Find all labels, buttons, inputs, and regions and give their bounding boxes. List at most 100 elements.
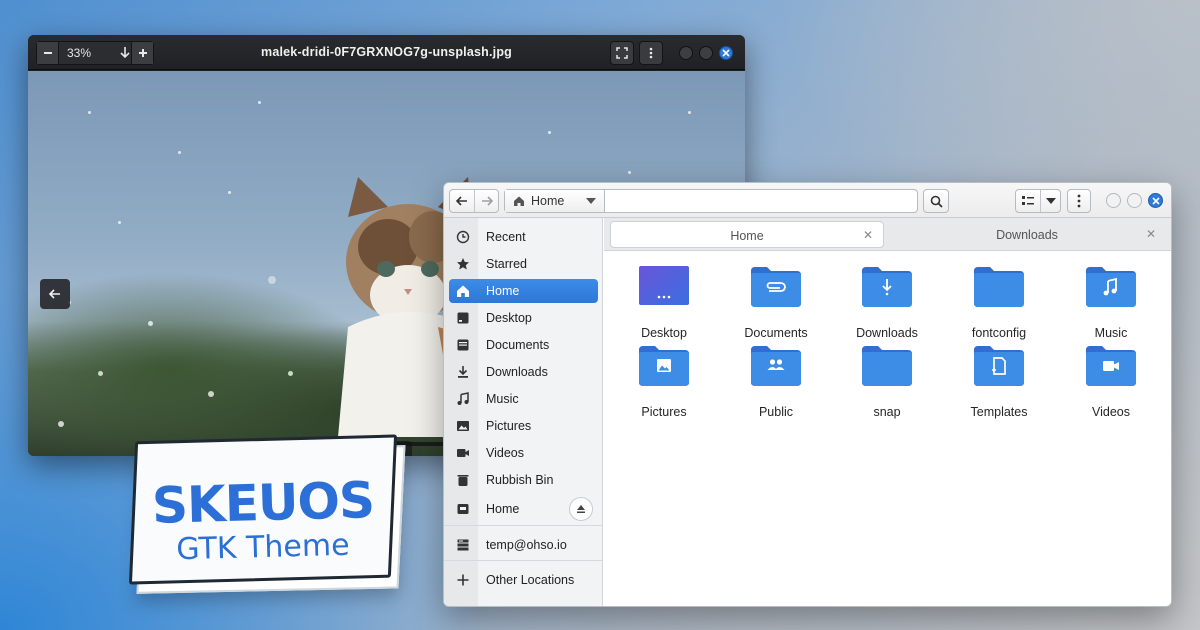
download-folder-icon	[862, 267, 912, 307]
sidebar: Recent Starred Home Desktop Documents Downloa…	[444, 218, 603, 606]
sidebar-item-desktop[interactable]: Desktop	[449, 306, 598, 330]
clock-icon	[456, 230, 470, 244]
fullscreen-button[interactable]	[610, 41, 634, 65]
people-folder-icon	[751, 346, 801, 386]
document-icon	[457, 339, 469, 351]
sidebar-item-music[interactable]: Music	[449, 387, 598, 411]
sidebar-item-temp-ohso-io[interactable]: temp@ohso.io	[449, 533, 598, 557]
fullscreen-icon	[616, 47, 628, 59]
close-button[interactable]	[719, 46, 733, 60]
close-icon	[1151, 196, 1160, 205]
search-button[interactable]	[923, 189, 949, 213]
file-item-documents[interactable]: Documents	[720, 265, 832, 341]
file-item-name: fontconfig	[971, 326, 1027, 340]
sidebar-item-starred[interactable]: Starred	[449, 252, 598, 276]
plus-icon	[457, 574, 469, 586]
file-item-name: Public	[758, 405, 794, 419]
tab-close-icon[interactable]: ✕	[1146, 227, 1156, 241]
file-item-public[interactable]: Public	[720, 344, 832, 420]
sidebar-item-label: Home	[486, 502, 520, 516]
badge-subtitle: GTK Theme	[175, 527, 351, 568]
file-item-templates[interactable]: Templates	[943, 344, 1055, 420]
navigation-buttons	[449, 189, 499, 213]
chevron-down-icon[interactable]	[1046, 198, 1056, 204]
file-item-videos[interactable]: Videos	[1055, 344, 1167, 420]
sidebar-item-home-drive[interactable]: Home	[449, 497, 598, 521]
file-item-name: Music	[1094, 326, 1128, 340]
badge-title: SKEUOS	[151, 471, 375, 535]
file-item-name: Pictures	[641, 405, 687, 419]
sidebar-item-label: Videos	[486, 446, 524, 460]
sidebar-item-label: Desktop	[486, 311, 532, 325]
desktop-folder-icon	[639, 266, 689, 305]
file-item-downloads[interactable]: Downloads	[831, 265, 943, 341]
sidebar-separator	[444, 525, 602, 526]
view-options	[1015, 189, 1061, 213]
sidebar-item-label: Pictures	[486, 419, 532, 433]
download-icon	[458, 366, 468, 378]
path-bar[interactable]: Home	[504, 189, 918, 213]
minimize-button[interactable]	[679, 46, 693, 60]
file-item-name: Templates	[970, 405, 1028, 419]
files-menu-button[interactable]	[1067, 189, 1091, 213]
folder-icon	[974, 267, 1024, 307]
music-icon	[457, 392, 469, 405]
arrow-right-icon	[482, 196, 493, 206]
file-item-music[interactable]: Music	[1055, 265, 1167, 341]
back-button[interactable]	[450, 190, 474, 212]
kebab-menu-icon	[1077, 194, 1081, 208]
forward-button[interactable]	[475, 190, 499, 212]
path-home-button[interactable]: Home	[505, 190, 605, 212]
picture-icon	[457, 421, 469, 431]
star-icon	[457, 258, 469, 270]
picture-folder-icon	[639, 346, 689, 386]
file-item-fontconfig[interactable]: fontconfig	[943, 265, 1055, 341]
sidebar-item-home[interactable]: Home	[449, 279, 598, 303]
tab-close-icon[interactable]: ✕	[863, 228, 873, 242]
maximize-button[interactable]	[1127, 193, 1142, 208]
sidebar-item-recent[interactable]: Recent	[449, 225, 598, 249]
eject-icon	[577, 505, 585, 513]
file-item-desktop[interactable]: Desktop	[608, 265, 720, 341]
sidebar-item-other-locations[interactable]: Other Locations	[449, 568, 598, 592]
search-icon	[930, 195, 943, 208]
file-item-name: Downloads	[856, 326, 918, 340]
arrow-left-icon	[48, 289, 60, 299]
file-item-name: Desktop	[641, 326, 687, 340]
kebab-menu-icon	[649, 47, 653, 59]
home-icon	[514, 196, 524, 206]
viewer-menu-button[interactable]	[639, 41, 663, 65]
list-view-icon[interactable]	[1022, 195, 1034, 207]
sidebar-item-videos[interactable]: Videos	[449, 441, 598, 465]
minimize-button[interactable]	[1106, 193, 1121, 208]
close-button[interactable]	[1148, 193, 1163, 208]
viewer-title: malek-dridi-0F7GRXNOG7g-unsplash.jpg	[261, 45, 512, 59]
drive-icon	[457, 504, 469, 514]
sidebar-item-downloads[interactable]: Downloads	[449, 360, 598, 384]
close-icon	[722, 49, 730, 57]
file-item-name: Videos	[1092, 405, 1130, 419]
folder-icon	[862, 346, 912, 386]
server-icon	[457, 539, 469, 551]
chevron-down-icon	[586, 198, 596, 204]
file-item-name: Documents	[744, 326, 808, 340]
video-folder-icon	[1086, 346, 1136, 386]
tab-downloads[interactable]: Downloads ✕	[888, 221, 1166, 248]
sidebar-item-label: Starred	[486, 257, 527, 271]
sidebar-item-pictures[interactable]: Pictures	[449, 414, 598, 438]
sidebar-item-label: Other Locations	[486, 573, 575, 587]
sidebar-item-label: Rubbish Bin	[486, 473, 554, 487]
previous-image-button[interactable]	[40, 279, 70, 309]
sidebar-item-label: Recent	[486, 230, 526, 244]
file-item-snap[interactable]: snap	[831, 344, 943, 420]
eject-button[interactable]	[569, 497, 593, 521]
maximize-button[interactable]	[699, 46, 713, 60]
file-manager-window: Home Recent Starred Home Desktop Documents Do…	[443, 182, 1172, 607]
sidebar-item-documents[interactable]: Documents	[449, 333, 598, 357]
music-folder-icon	[1086, 267, 1136, 307]
file-item-pictures[interactable]: Pictures	[608, 344, 720, 420]
sidebar-item-label: Documents	[486, 338, 550, 352]
tab-home[interactable]: Home ✕	[610, 221, 884, 248]
sidebar-item-rubbish-bin[interactable]: Rubbish Bin	[449, 468, 598, 492]
files-headerbar: Home	[444, 183, 1171, 218]
